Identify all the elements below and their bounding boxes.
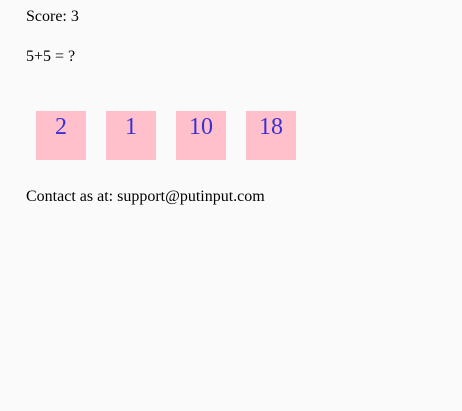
contact-text: Contact as at: support@putinput.com	[26, 188, 265, 205]
question-text: 5+5 = ?	[26, 48, 76, 65]
answer-option-2[interactable]: 1	[106, 111, 156, 160]
answer-option-3[interactable]: 10	[176, 111, 226, 160]
score-label: Score: 3	[26, 8, 79, 25]
answer-options: 2 1 10 18	[36, 111, 296, 160]
answer-option-4[interactable]: 18	[246, 111, 296, 160]
answer-option-1[interactable]: 2	[36, 111, 86, 160]
